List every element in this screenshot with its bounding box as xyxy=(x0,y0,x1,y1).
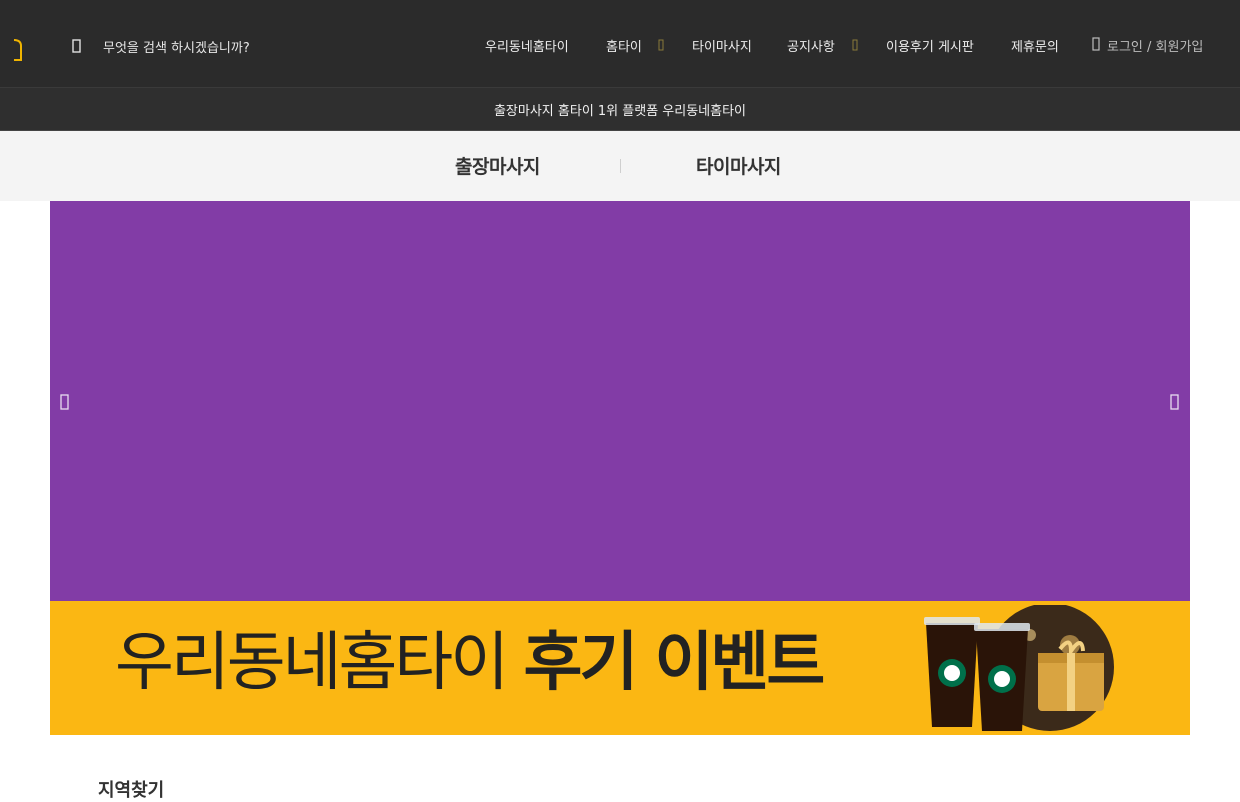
logo[interactable] xyxy=(12,38,24,62)
region-search-title: 지역찾기 xyxy=(98,780,165,801)
chevron-right-icon[interactable] xyxy=(1168,392,1182,412)
search-input[interactable]: 무엇을 검색 하시겠습니까? xyxy=(103,37,250,56)
chevron-left-icon[interactable] xyxy=(58,392,72,412)
tab-thai-massage[interactable]: 타이마사지 xyxy=(696,152,781,179)
nav-item-uridongne-hometai[interactable]: 우리동네홈타이 xyxy=(485,36,569,56)
coffee-gift-illustration xyxy=(924,605,1114,731)
search-icon[interactable] xyxy=(70,36,84,56)
banner-title: 우리동네홈타이 후기 이벤트 xyxy=(115,631,825,695)
banner-title-bold: 후기 이벤트 xyxy=(523,626,826,700)
review-event-banner[interactable]: 우리동네홈타이 후기 이벤트 xyxy=(50,601,1190,735)
nav-item-partnership[interactable]: 제휴문의 xyxy=(1011,36,1059,56)
login-signup-link[interactable]: 로그인 / 회원가입 xyxy=(1107,36,1203,55)
banner-title-regular: 우리동네홈타이 xyxy=(115,626,509,700)
nav-item-review-board[interactable]: 이용후기 게시판 xyxy=(886,36,974,56)
nav-item-thai-massage[interactable]: 타이마사지 xyxy=(692,36,752,56)
user-icon[interactable] xyxy=(1092,37,1100,51)
tab-outcall-massage[interactable]: 출장마사지 xyxy=(455,152,540,179)
chevron-down-icon[interactable] xyxy=(852,38,858,52)
nav-item-hometai[interactable]: 홈타이 xyxy=(606,36,642,56)
chevron-down-icon[interactable] xyxy=(658,38,664,52)
hero-slider[interactable] xyxy=(50,201,1190,601)
tab-divider xyxy=(620,159,621,173)
nav-item-notice[interactable]: 공지사항 xyxy=(787,36,835,56)
announcement-text: 출장마사지 홈타이 1위 플랫폼 우리동네홈타이 xyxy=(493,104,747,119)
